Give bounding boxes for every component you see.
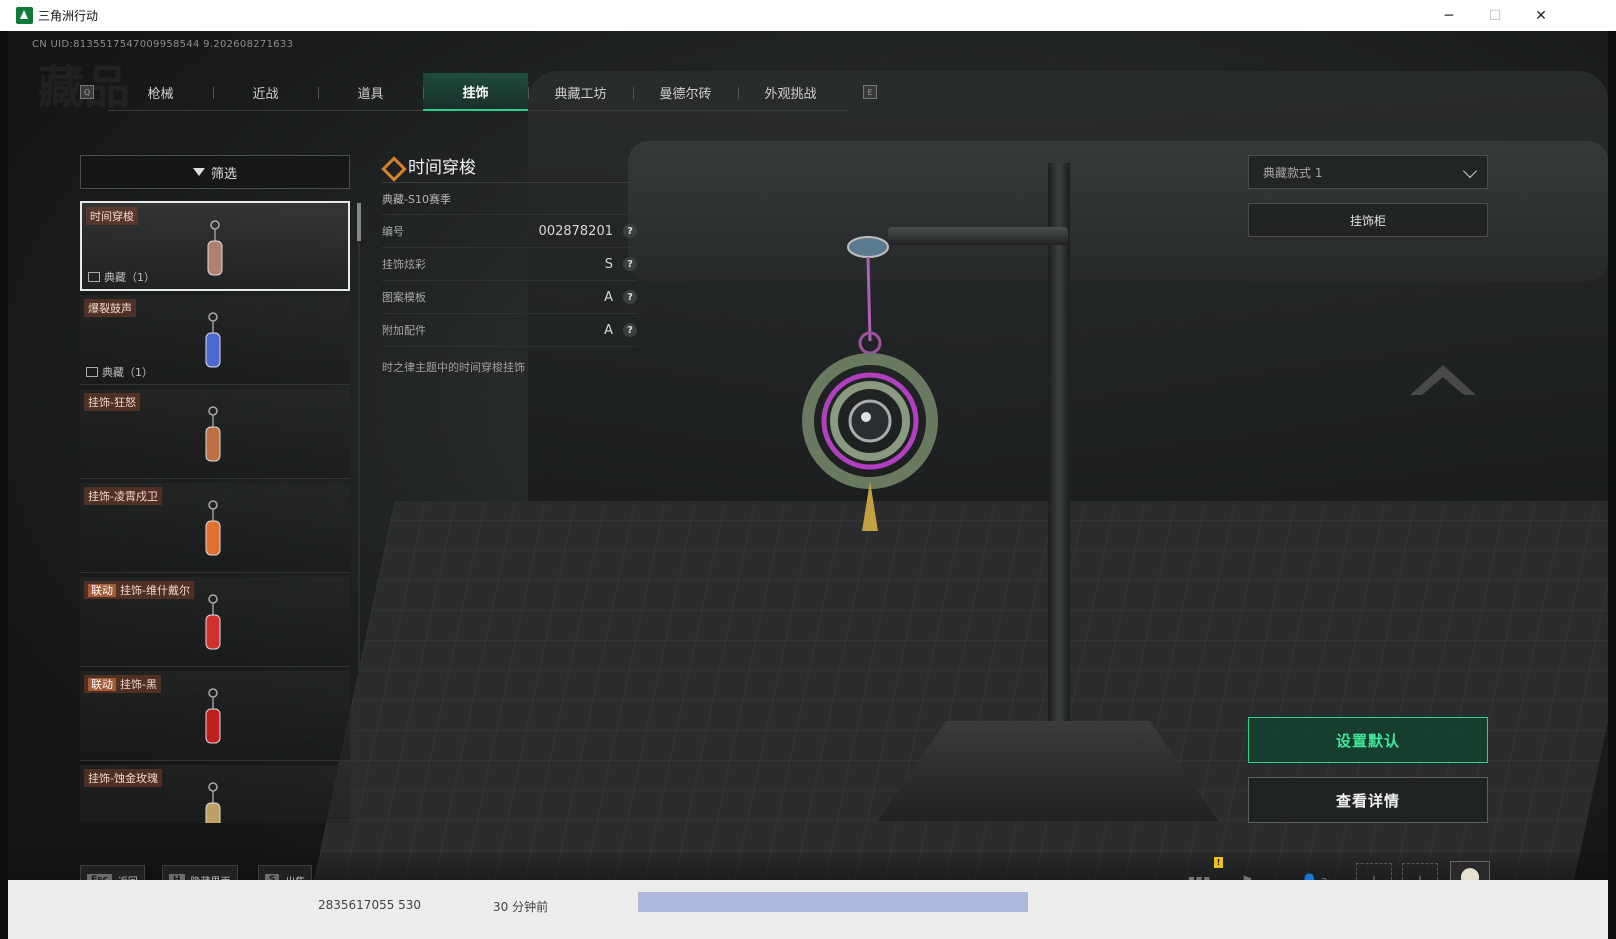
list-item[interactable]: 时间穿梭典藏（1） — [80, 201, 350, 291]
charm-thumbnail — [207, 220, 223, 276]
list-item[interactable]: 爆裂鼓声典藏（1） — [80, 295, 350, 385]
help-icon[interactable]: ? — [623, 257, 637, 271]
chevron-down-icon — [1462, 163, 1478, 179]
item-name: 时间穿梭 — [86, 207, 138, 225]
charm-list: 时间穿梭 典藏（1） 爆裂鼓声 典藏（1） 挂饰-狂怒 挂饰-凌霄戍卫 联动 挂饰-维什戴尔联… — [80, 201, 352, 823]
item-name-text: 挂饰-维什戴尔 — [120, 584, 190, 597]
detail-row-value: S — [604, 256, 613, 272]
item-name-text: 挂饰-蚀金玫瑰 — [88, 772, 158, 785]
detail-row-value: A — [604, 322, 613, 338]
detail-description: 时之律主题中的时间穿梭挂饰 — [382, 361, 525, 374]
item-name: 联动 挂饰-维什戴尔 — [84, 581, 194, 599]
filter-icon — [192, 168, 205, 176]
item-name-text: 挂饰-狂怒 — [88, 396, 136, 409]
help-icon[interactable]: ? — [623, 323, 637, 337]
under-time-text: 30 分钟前 — [493, 900, 549, 914]
charm-thumbnail — [205, 782, 221, 823]
list-item[interactable]: 挂饰-蚀金玫瑰 — [80, 765, 350, 823]
list-scrollbar-thumb[interactable] — [357, 203, 361, 241]
close-button[interactable]: ✕ — [1518, 0, 1564, 31]
tab-mandel-brick[interactable]: 曼德尔砖 — [633, 73, 738, 111]
item-name: 挂饰-蚀金玫瑰 — [84, 769, 162, 787]
detail-title: 时间穿梭 — [408, 158, 476, 178]
filter-button[interactable]: 筛选 — [80, 155, 350, 189]
detail-row-label: 图案模板 — [382, 291, 426, 304]
minimize-button[interactable]: ─ — [1426, 0, 1472, 31]
style-select-value: 典藏款式 1 — [1263, 165, 1323, 180]
detail-row-label: 挂饰炫彩 — [382, 258, 426, 271]
tab-charms[interactable]: 挂饰 — [423, 73, 528, 111]
charm-3d-model[interactable] — [798, 231, 948, 551]
item-name-text: 爆裂鼓声 — [88, 302, 132, 315]
set-default-button[interactable]: 设置默认 — [1248, 717, 1488, 763]
list-item[interactable]: 联动 挂饰-黑 — [80, 671, 350, 761]
detail-header: 时间穿梭 — [382, 149, 637, 183]
style-select[interactable]: 典藏款式 1 — [1248, 155, 1488, 189]
detail-row-accessory: 附加配件 A? — [382, 314, 637, 347]
rarity-diamond-icon — [382, 157, 400, 175]
help-icon[interactable]: ? — [623, 290, 637, 304]
detail-season: 典藏-S10赛季 — [382, 183, 637, 215]
display-stand-pole — [1048, 163, 1070, 743]
tab-melee[interactable]: 近战 — [213, 73, 318, 111]
item-name: 挂饰-凌霄戍卫 — [84, 487, 162, 505]
image-icon — [86, 367, 98, 377]
item-name: 爆裂鼓声 — [84, 299, 136, 317]
detail-panel: 时间穿梭 典藏-S10赛季 编号 002878201? 挂饰炫彩 S? 图案模板… — [382, 149, 637, 375]
tab-next-key-hint[interactable]: E — [863, 85, 877, 99]
charm-thumbnail — [205, 594, 221, 650]
detail-row-value: 002878201 — [538, 223, 613, 239]
game-window: 三角洲行动 ─ ☐ ✕ 藏品 CN UID:813551754700995854… — [0, 0, 1616, 939]
item-name: 挂饰-狂怒 — [84, 393, 140, 411]
detail-row-label: 附加配件 — [382, 324, 426, 337]
category-tabs: 枪械 近战 道具 挂饰 典藏工坊 曼德尔砖 外观挑战 — [108, 73, 848, 111]
window-title: 三角洲行动 — [38, 9, 99, 23]
view-details-button[interactable]: 查看详情 — [1248, 777, 1488, 823]
detail-row-color: 挂饰炫彩 S? — [382, 248, 637, 281]
tab-prev-key-hint[interactable]: Q — [80, 85, 94, 99]
image-icon — [88, 272, 100, 282]
tab-guns[interactable]: 枪械 — [108, 73, 213, 111]
under-highlight-bar — [638, 892, 1028, 912]
item-name-text: 挂饰-黑 — [120, 678, 157, 691]
charm-thumbnail — [205, 500, 221, 556]
item-count: 典藏（1） — [88, 269, 155, 285]
tab-props[interactable]: 道具 — [318, 73, 423, 111]
item-count: 典藏（1） — [86, 364, 153, 380]
help-icon[interactable]: ? — [623, 224, 637, 238]
filter-label: 筛选 — [210, 166, 237, 182]
chevron-up-icon — [1410, 365, 1476, 395]
game-viewport: 藏品 CN UID:8135517547009958544 9.20260827… — [8, 31, 1608, 939]
item-count-text: 典藏（1） — [102, 366, 153, 379]
item-name-text: 时间穿梭 — [90, 210, 134, 223]
under-id-text: 2835617055 530 — [318, 898, 422, 912]
charm-rack-button[interactable]: 挂饰柜 — [1248, 203, 1488, 237]
list-item[interactable]: 联动 挂饰-维什戴尔 — [80, 577, 350, 667]
detail-row-value: A — [604, 289, 613, 305]
alert-badge: ! — [1214, 857, 1223, 868]
list-scrollbar-track[interactable] — [358, 203, 360, 823]
underlying-window-strip: 2835617055 530 30 分钟前 — [8, 880, 1608, 939]
tab-appearance-challenge[interactable]: 外观挑战 — [738, 73, 843, 111]
list-item[interactable]: 挂饰-凌霄戍卫 — [80, 483, 350, 573]
charm-thumbnail — [205, 312, 221, 368]
detail-row-pattern: 图案模板 A? — [382, 281, 637, 314]
item-name-text: 挂饰-凌霄戍卫 — [88, 490, 158, 503]
collab-tag: 联动 — [88, 584, 116, 597]
charm-thumbnail — [205, 406, 221, 462]
uid-label: CN UID:8135517547009958544 9.20260827163… — [32, 39, 294, 50]
detail-row-serial: 编号 002878201? — [382, 215, 637, 248]
list-item[interactable]: 挂饰-狂怒 — [80, 389, 350, 479]
collab-tag: 联动 — [88, 678, 116, 691]
app-logo-icon — [16, 7, 33, 24]
tab-workshop[interactable]: 典藏工坊 — [528, 73, 633, 111]
item-count-text: 典藏（1） — [104, 271, 155, 284]
charm-thumbnail — [205, 688, 221, 744]
detail-row-label: 编号 — [382, 225, 404, 238]
item-name: 联动 挂饰-黑 — [84, 675, 161, 693]
title-bar: 三角洲行动 ─ ☐ ✕ — [0, 0, 1616, 31]
maximize-button[interactable]: ☐ — [1472, 0, 1518, 31]
